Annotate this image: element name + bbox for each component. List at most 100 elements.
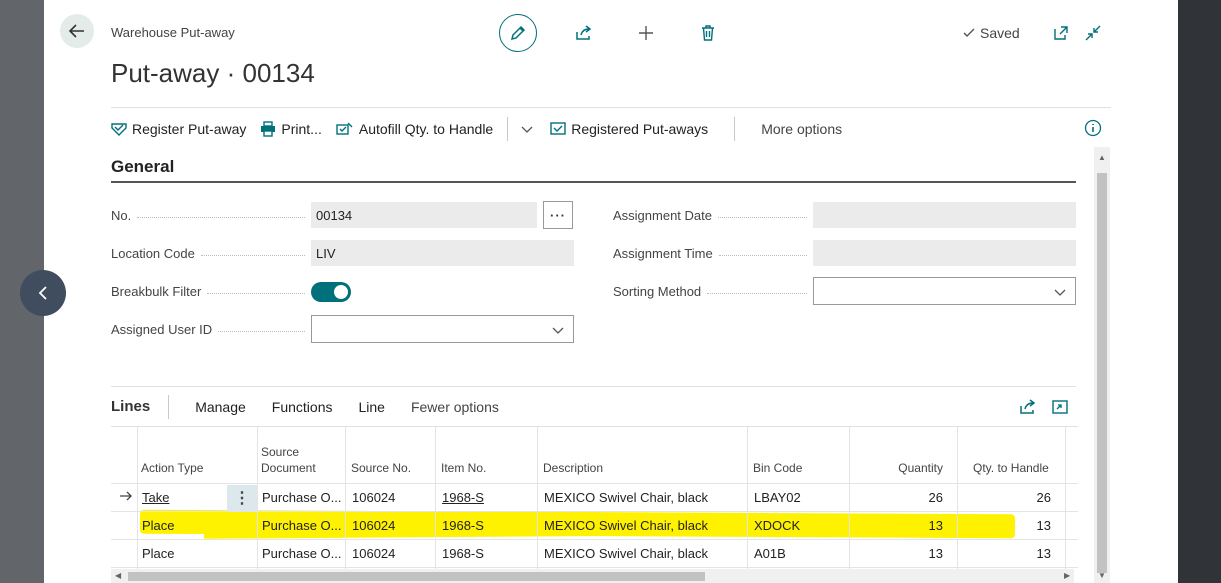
row-2-quantity[interactable]: 13 — [853, 518, 943, 533]
no-label: No. — [111, 208, 132, 223]
breadcrumb[interactable]: Warehouse Put-away — [111, 25, 235, 40]
lines-line-menu[interactable]: Line — [358, 399, 384, 415]
column-header-quantity[interactable]: Quantity — [853, 427, 943, 483]
open-in-new-window-icon[interactable] — [1052, 24, 1070, 42]
row-2-action-type[interactable]: Place — [142, 518, 175, 533]
breakbulk-filter-label-row: Breakbulk Filter — [111, 284, 311, 299]
row-3-quantity[interactable]: 13 — [853, 546, 943, 561]
row-3-source-no[interactable]: 106024 — [352, 546, 395, 561]
more-options-button[interactable]: More options — [747, 121, 842, 137]
column-header-bin-code[interactable]: Bin Code — [753, 427, 843, 483]
row-1-bin-code[interactable]: LBAY02 — [754, 490, 801, 505]
row-2-source-document[interactable]: Purchase O... — [262, 518, 341, 533]
horizontal-scrollbar-thumb[interactable] — [128, 572, 705, 581]
assigned-user-id-label: Assigned User ID — [111, 322, 213, 337]
assigned-user-id-dropdown[interactable] — [311, 315, 574, 343]
vertical-scrollbar-thumb[interactable] — [1097, 173, 1107, 573]
printer-icon — [261, 120, 276, 137]
column-header-action-type[interactable]: Action Type — [141, 427, 251, 483]
no-assist-button[interactable]: ··· — [543, 201, 573, 229]
autofill-icon — [336, 122, 353, 135]
page-title: Put-away · 00134 — [111, 58, 315, 88]
row-1-quantity[interactable]: 26 — [853, 490, 943, 505]
assignment-time-label-row: Assignment Time — [613, 246, 813, 261]
fewer-options-button[interactable]: Fewer options — [411, 399, 499, 415]
row-3-item-no[interactable]: 1968-S — [442, 546, 484, 561]
edit-button[interactable] — [499, 14, 537, 52]
row-2-description[interactable]: MEXICO Swivel Chair, black — [544, 518, 708, 533]
assignment-date-label: Assignment Date — [613, 208, 712, 223]
arrow-left-icon — [68, 24, 84, 38]
toggle-knob — [334, 285, 348, 299]
column-header-item-no[interactable]: Item No. — [441, 427, 531, 483]
column-header-qty-to-handle[interactable]: Qty. to Handle — [961, 427, 1059, 483]
general-section-title[interactable]: General — [111, 157, 174, 177]
location-code-label-row: Location Code — [111, 246, 311, 261]
assignment-time-label: Assignment Time — [613, 246, 713, 261]
row-1-item-no[interactable]: 1968-S — [442, 490, 484, 505]
breakbulk-filter-toggle[interactable] — [311, 282, 351, 302]
column-header-source-document[interactable]: Source Document — [261, 427, 341, 483]
column-header-source-no[interactable]: Source No. — [351, 427, 431, 483]
assignment-date-field[interactable] — [813, 202, 1076, 228]
vertical-scrollbar[interactable]: ▲ ▼ — [1094, 147, 1110, 583]
column-header-description[interactable]: Description — [543, 427, 743, 483]
row-2-item-no[interactable]: 1968-S — [442, 518, 484, 533]
chevron-left-icon — [38, 286, 47, 300]
share-icon[interactable] — [1019, 398, 1037, 416]
background-right — [1178, 0, 1221, 583]
info-icon[interactable] — [1084, 119, 1102, 137]
scroll-down-arrow-icon[interactable]: ▼ — [1098, 571, 1106, 580]
action-bar: Register Put-away Print... Autofill Qty.… — [111, 107, 1111, 149]
scroll-up-arrow-icon[interactable]: ▲ — [1098, 153, 1106, 162]
pencil-icon — [510, 25, 526, 41]
share-icon — [576, 25, 592, 40]
share-button[interactable] — [569, 18, 599, 48]
divider — [507, 116, 509, 141]
row-2-qty-to-handle[interactable]: 13 — [961, 518, 1051, 533]
scroll-right-arrow-icon[interactable]: ▶ — [1064, 571, 1070, 580]
lines-functions-menu[interactable]: Functions — [272, 399, 333, 415]
check-icon — [963, 28, 975, 37]
row-3-action-type[interactable]: Place — [142, 546, 175, 561]
sorting-method-dropdown[interactable] — [813, 277, 1076, 305]
assignment-time-field[interactable] — [813, 240, 1076, 266]
add-button[interactable] — [631, 18, 661, 48]
registered-icon — [550, 121, 566, 135]
expand-icon[interactable] — [1051, 398, 1069, 416]
autofill-qty-label: Autofill Qty. to Handle — [358, 120, 494, 137]
collapse-icon[interactable] — [1084, 24, 1102, 42]
delete-button[interactable] — [693, 18, 723, 48]
previous-record-button[interactable] — [20, 270, 66, 316]
row-3-source-document[interactable]: Purchase O... — [262, 546, 341, 561]
actions-dropdown-button[interactable] — [520, 122, 550, 136]
print-button[interactable]: Print... — [260, 108, 335, 150]
row-1-description[interactable]: MEXICO Swivel Chair, black — [544, 490, 708, 505]
row-1-action-type[interactable]: Take — [142, 490, 169, 505]
autofill-qty-button[interactable]: Autofill Qty. to Handle — [336, 108, 507, 150]
register-icon — [111, 122, 127, 136]
chevron-down-icon — [521, 126, 533, 133]
register-put-away-button[interactable]: Register Put-away — [111, 108, 260, 150]
row-3-qty-to-handle[interactable]: 13 — [961, 546, 1051, 561]
registered-put-aways-button[interactable]: Registered Put-aways — [550, 108, 722, 150]
horizontal-scrollbar[interactable]: ◀ ▶ — [111, 569, 1074, 583]
row-2-bin-code[interactable]: XDOCK — [754, 518, 800, 533]
back-button[interactable] — [60, 14, 94, 48]
row-3-bin-code[interactable]: A01B — [754, 546, 786, 561]
row-2-source-no[interactable]: 106024 — [352, 518, 395, 533]
put-away-card: Warehouse Put-away Put-away · 00134 Save… — [44, 0, 1178, 583]
scroll-left-arrow-icon[interactable]: ◀ — [115, 571, 121, 580]
row-menu-button[interactable]: ⋮ — [227, 485, 257, 511]
location-code-field[interactable]: LIV — [311, 240, 574, 266]
no-field-label-row: No. — [111, 208, 311, 223]
registered-put-aways-label: Registered Put-aways — [571, 120, 709, 137]
breakbulk-filter-label: Breakbulk Filter — [111, 284, 202, 299]
no-field[interactable]: 00134 — [311, 202, 537, 228]
row-1-qty-to-handle[interactable]: 26 — [961, 490, 1051, 505]
row-1-source-no[interactable]: 106024 — [352, 490, 395, 505]
row-3-description[interactable]: MEXICO Swivel Chair, black — [544, 546, 708, 561]
lines-manage-menu[interactable]: Manage — [195, 399, 246, 415]
row-1-source-document[interactable]: Purchase O... — [262, 490, 341, 505]
lines-title[interactable]: Lines — [111, 394, 170, 419]
